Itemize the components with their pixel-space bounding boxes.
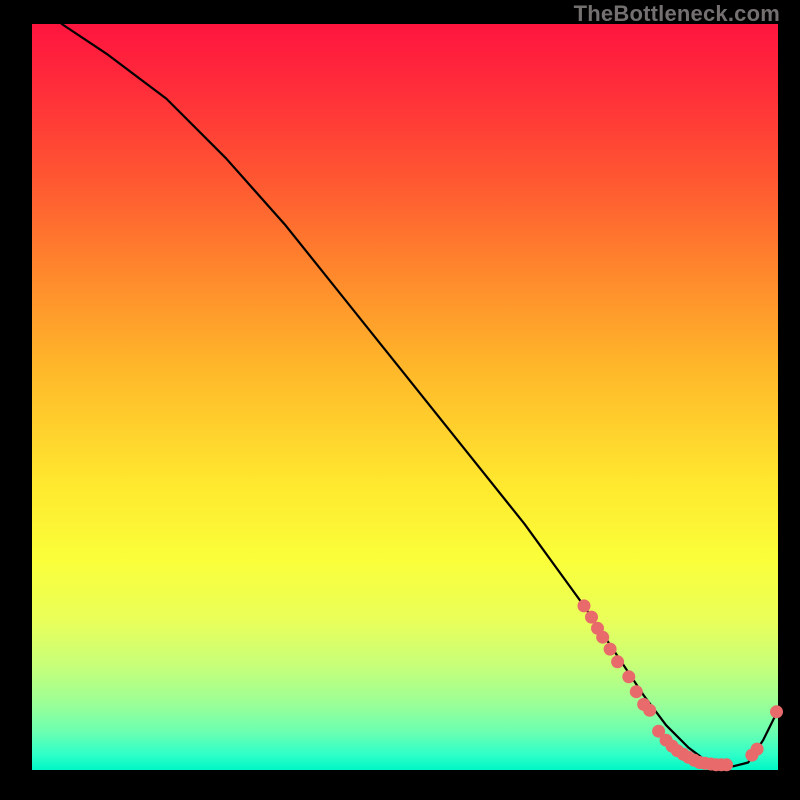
watermark-label: TheBottleneck.com [574, 2, 780, 26]
bottleneck-curve [62, 24, 778, 766]
hotspot-marker [770, 705, 783, 718]
plot-area [32, 24, 778, 770]
hotspot-marker [622, 670, 635, 683]
hotspot-marker [596, 631, 609, 644]
chart-svg [32, 24, 778, 770]
hotspot-marker [751, 743, 764, 756]
hotspot-marker [578, 599, 591, 612]
hotspot-marker [630, 685, 643, 698]
hotspot-marker [611, 655, 624, 668]
hotspot-marker [585, 611, 598, 624]
chart-stage: TheBottleneck.com [0, 0, 800, 800]
hotspot-marker [604, 643, 617, 656]
hotspot-marker [643, 704, 656, 717]
hotspot-markers [578, 599, 784, 771]
hotspot-marker [720, 758, 733, 771]
